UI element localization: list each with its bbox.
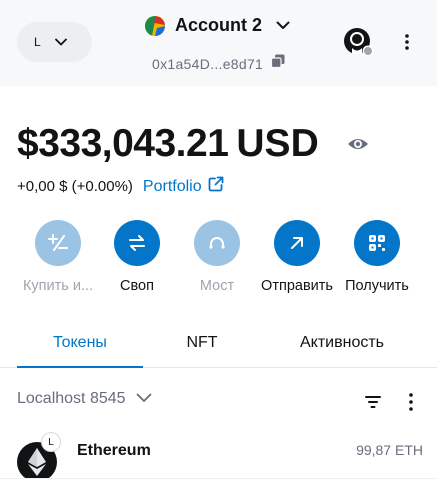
tab-tokens[interactable]: Токены	[17, 318, 143, 368]
receive-label: Получить	[345, 278, 409, 294]
token-amount: 99,87 ETH	[356, 442, 423, 458]
buy-sell-label: Купить и...	[22, 278, 94, 294]
tab-activity[interactable]: Активность	[262, 318, 422, 368]
bridge-button[interactable]: Мост	[172, 220, 262, 294]
external-link-icon	[208, 176, 224, 197]
chevron-down-icon	[136, 390, 152, 408]
app-header: L Account 2 0x1a54D...e8d71	[0, 0, 437, 86]
site-connection-icon[interactable]	[343, 27, 375, 59]
portfolio-label: Portfolio	[142, 177, 202, 195]
balance-currency: USD	[236, 122, 319, 165]
filter-icon[interactable]	[364, 393, 382, 411]
network-filter-label: Localhost 8545	[17, 390, 126, 407]
more-vertical-icon[interactable]	[397, 30, 417, 54]
swap-label: Своп	[120, 278, 154, 294]
network-badge: L	[41, 432, 61, 452]
active-tab-indicator	[17, 366, 143, 368]
eye-icon[interactable]	[346, 134, 370, 154]
send-label: Отправить	[261, 278, 333, 294]
receive-qr-icon	[354, 220, 400, 266]
list-divider	[0, 478, 437, 493]
portfolio-link[interactable]: Portfolio	[143, 176, 224, 197]
more-vertical-icon[interactable]	[404, 392, 418, 412]
chevron-down-icon	[276, 17, 290, 35]
bridge-label: Мост	[199, 278, 235, 294]
network-picker-button[interactable]: L	[17, 22, 92, 62]
copy-icon	[271, 54, 285, 73]
balance-amount: $333,043.21	[17, 122, 229, 165]
balance-change-row: +0,00 $ (+0.00%) Portfolio	[17, 176, 224, 197]
asset-tabs: Токены NFT Активность	[0, 318, 437, 368]
account-name: Account 2	[175, 15, 263, 35]
swap-icon	[114, 220, 160, 266]
address-copy-button[interactable]: 0x1a54D...e8d71	[152, 54, 285, 73]
account-avatar	[145, 15, 165, 36]
buy-sell-button[interactable]: Купить и...	[13, 220, 103, 294]
action-buttons: Купить и... Своп Мост Отправить Получить	[0, 220, 437, 300]
network-filter-button[interactable]: Localhost 8545	[17, 390, 152, 408]
network-avatar-letter: L	[34, 35, 41, 49]
bridge-icon	[194, 220, 240, 266]
token-name: Ethereum	[77, 442, 151, 459]
tab-nft[interactable]: NFT	[153, 318, 251, 368]
chevron-down-icon	[54, 33, 67, 51]
token-row-ethereum[interactable]: L Ethereum 99,87 ETH	[0, 432, 437, 482]
send-button[interactable]: Отправить	[252, 220, 342, 294]
account-picker-button[interactable]: Account 2	[145, 15, 290, 36]
buy-sell-icon	[35, 220, 81, 266]
balance-change: +0,00 $ (+0.00%)	[17, 178, 133, 195]
swap-button[interactable]: Своп	[92, 220, 182, 294]
send-arrow-icon	[274, 220, 320, 266]
receive-button[interactable]: Получить	[332, 220, 422, 294]
account-address: 0x1a54D...e8d71	[152, 55, 264, 72]
total-balance: $333,043.21 USD	[17, 122, 319, 166]
